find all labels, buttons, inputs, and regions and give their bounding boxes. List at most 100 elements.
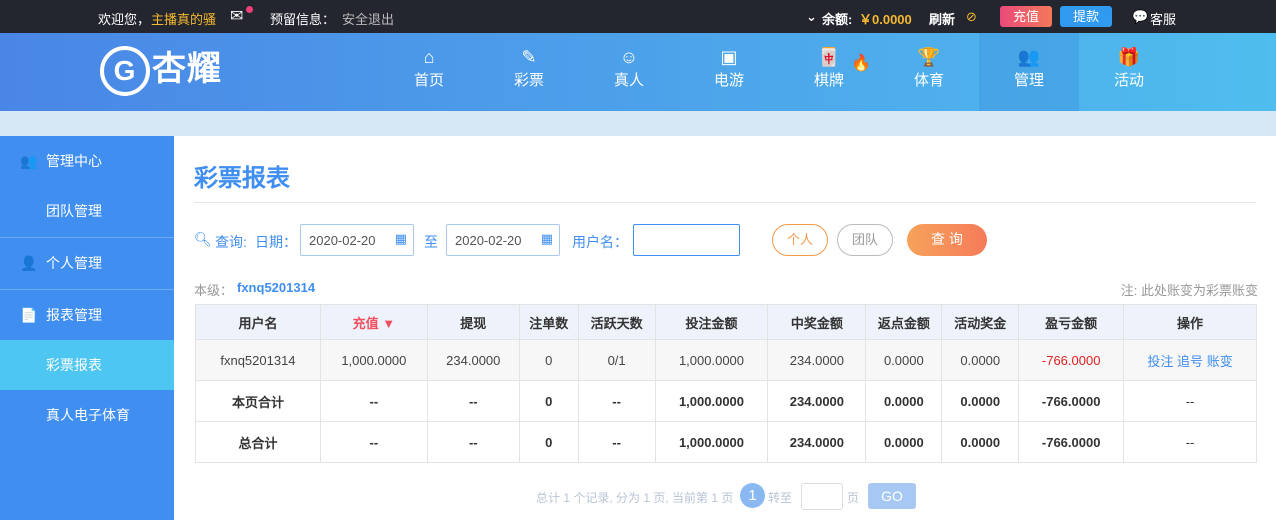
eye-hidden-icon[interactable]: ⊘: [966, 9, 977, 25]
nav-home[interactable]: ⌂ 首页: [379, 33, 479, 111]
fire-icon: 🔥: [851, 55, 871, 72]
sidebar: 👥 管理中心 团队管理 👤 个人管理 📄 报表管理 彩票报表 真人电子体育: [0, 136, 174, 520]
cell: 0/1: [577, 339, 656, 381]
logo[interactable]: G 杏耀: [100, 41, 222, 97]
search-button[interactable]: 查 询: [907, 224, 987, 256]
users-icon: 👥: [20, 153, 38, 169]
balance-value: ￥0.0000: [859, 12, 912, 27]
chase-link[interactable]: 追号: [1177, 354, 1203, 369]
page-input[interactable]: [801, 483, 843, 510]
page-unit: 页: [847, 491, 860, 505]
cell: 0.0000: [865, 339, 943, 381]
calendar-icon[interactable]: ▦: [541, 231, 553, 247]
table-row: fxnq5201314 1,000.0000 234.0000 0 0/1 1,…: [195, 339, 1257, 381]
col-bonus[interactable]: 活动奖金: [941, 304, 1020, 340]
nav-live[interactable]: ☺ 真人: [579, 33, 679, 111]
col-bet-amount[interactable]: 投注金额: [654, 304, 769, 340]
service-link[interactable]: 客服: [1150, 9, 1176, 28]
sidebar-item-team[interactable]: 团队管理: [0, 186, 174, 238]
cell: 0.0000: [941, 421, 1020, 463]
chat-icon[interactable]: 💬: [1132, 9, 1148, 25]
cell: -766.0000: [1018, 380, 1125, 422]
cell: 0.0000: [941, 339, 1020, 381]
col-deposit[interactable]: 充值 ▼: [319, 304, 428, 340]
nav-cards[interactable]: 🀄 🔥 棋牌: [779, 33, 879, 111]
col-rebate[interactable]: 返点金额: [865, 304, 943, 340]
query-label: 查询:: [215, 234, 247, 250]
cell: 234.0000: [767, 421, 867, 463]
logout-link[interactable]: 安全退出: [342, 9, 394, 28]
cell: --: [577, 421, 656, 463]
cell: 1,000.0000: [319, 339, 428, 381]
actions-cell: 投注 追号 账变: [1123, 339, 1257, 381]
sidebar-item-center[interactable]: 👥 管理中心: [0, 136, 174, 186]
divider: [194, 202, 1256, 203]
personal-button[interactable]: 个人: [772, 224, 828, 256]
col-active-days[interactable]: 活跃天数: [577, 304, 656, 340]
mahjong-icon: 🀄 🔥: [817, 47, 871, 72]
cell: 0.0000: [865, 421, 943, 463]
nav-sports[interactable]: 🏆 体育: [879, 33, 979, 111]
page-1-button[interactable]: 1: [740, 483, 765, 508]
note-text: 注: 此处账变为彩票账变: [1120, 283, 1258, 298]
cell: 0: [518, 380, 579, 422]
nav-slots[interactable]: ▣ 电游: [679, 33, 779, 111]
cell: 0.0000: [941, 380, 1020, 422]
nav-manage[interactable]: 👥 管理: [979, 33, 1079, 111]
level-label: 本级：: [194, 283, 234, 298]
sidebar-item-personal[interactable]: 👤 个人管理: [0, 238, 174, 290]
withdraw-button[interactable]: 提款: [1060, 6, 1112, 27]
cell: 1,000.0000: [654, 421, 769, 463]
grand-total-row: 总合计 -- -- 0 -- 1,000.0000 234.0000 0.000…: [195, 421, 1257, 463]
gift-icon: 🎁: [1117, 47, 1141, 67]
logo-emblem: G: [100, 46, 150, 97]
cell: -766.0000: [1018, 421, 1125, 463]
cell: 0: [518, 421, 579, 463]
col-win-amount[interactable]: 中奖金额: [767, 304, 867, 340]
cell: --: [319, 421, 428, 463]
chevron-down-icon[interactable]: ⌄: [806, 9, 817, 25]
date-from-input[interactable]: 2020-02-20 ▦: [300, 224, 414, 256]
cell: 1,000.0000: [654, 380, 769, 422]
account-change-link[interactable]: 账变: [1207, 354, 1233, 369]
cell: --: [577, 380, 656, 422]
go-button[interactable]: GO: [868, 483, 916, 509]
cell: --: [319, 380, 428, 422]
welcome-text: 欢迎您，: [98, 12, 151, 27]
username-input[interactable]: [633, 224, 740, 256]
cell: -766.0000: [1018, 339, 1125, 381]
bet-link[interactable]: 投注: [1147, 354, 1173, 369]
username-label: 用户名：: [572, 234, 628, 250]
col-bets[interactable]: 注单数: [518, 304, 579, 340]
team-button[interactable]: 团队: [837, 224, 893, 256]
level-user[interactable]: fxnq5201314: [237, 280, 315, 295]
cell: 234.0000: [767, 380, 867, 422]
date-to-input[interactable]: 2020-02-20 ▦: [446, 224, 560, 256]
home-icon: ⌂: [423, 47, 435, 67]
user-icon: 👤: [20, 255, 38, 271]
cell: 0.0000: [865, 380, 943, 422]
table-header: 用户名 充值 ▼ 提现 注单数 活跃天数 投注金额 中奖金额 返点金额 活动奖金…: [195, 304, 1257, 340]
cell: 234.0000: [426, 339, 520, 381]
col-profit[interactable]: 盈亏金额: [1018, 304, 1125, 340]
deposit-button[interactable]: 充值: [1000, 6, 1052, 27]
col-actions: 操作: [1123, 304, 1257, 340]
mail-icon[interactable]: ✉: [230, 6, 253, 26]
col-withdraw[interactable]: 提现: [426, 304, 520, 340]
users-icon: 👥: [1017, 47, 1041, 67]
calendar-icon[interactable]: ▦: [395, 231, 407, 247]
top-bar: 欢迎您， 主播真的骚 ✉ 预留信息： 安全退出 ⌄ 余额: ￥0.0000 刷新…: [0, 0, 1276, 33]
refresh-button[interactable]: 刷新: [929, 9, 955, 28]
sidebar-item-lottery-report[interactable]: 彩票报表: [0, 340, 174, 390]
cell: 总合计: [195, 421, 321, 463]
sidebar-item-reports[interactable]: 📄 报表管理: [0, 290, 174, 340]
nav-promo[interactable]: 🎁 活动: [1079, 33, 1179, 111]
cell: 1,000.0000: [654, 339, 769, 381]
to-label: 至: [424, 234, 438, 250]
sidebar-item-live-report[interactable]: 真人电子体育: [0, 390, 174, 440]
nav-lottery[interactable]: ✎ 彩票: [479, 33, 579, 111]
page-title: 彩票报表: [194, 165, 290, 192]
cell: fxnq5201314: [195, 339, 321, 381]
trophy-icon: 🏆: [917, 47, 941, 67]
pager-summary: 总计 1 个记录, 分为 1 页, 当前第 1 页: [536, 491, 734, 505]
